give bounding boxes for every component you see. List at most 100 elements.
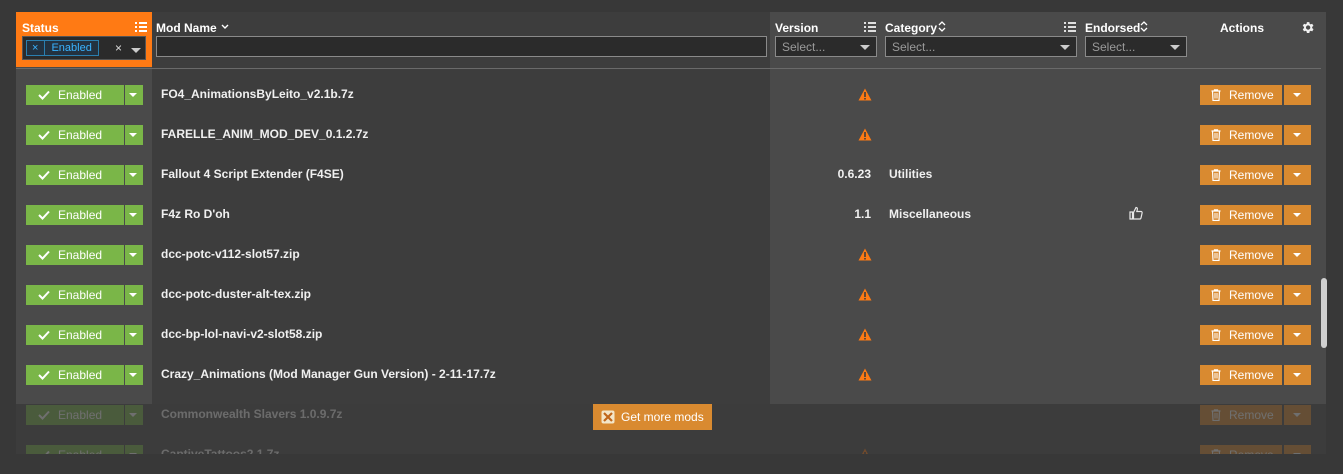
status-dropdown-button[interactable] (125, 165, 143, 185)
status-dropdown-button[interactable] (125, 125, 143, 145)
remove-dropdown-button[interactable] (1284, 285, 1311, 305)
table-row[interactable]: Enabled FARELLE_ANIM_MOD_DEV_0.1.2.7z Remo… (16, 115, 1326, 155)
table-row[interactable]: Enabled Fallout 4 Script Extender (F4SE) 0… (16, 155, 1326, 195)
chevron-down-icon[interactable] (131, 48, 141, 53)
version-filter-select[interactable]: Select... (775, 36, 877, 57)
trash-icon (1211, 129, 1221, 141)
list-icon[interactable] (1064, 21, 1076, 33)
status-toggle-button[interactable]: Enabled (26, 125, 143, 145)
warning-icon[interactable] (858, 328, 872, 341)
table-row[interactable]: Enabled dcc-bp-lol-navi-v2-slot58.zip Remo… (16, 315, 1326, 355)
status-label: Enabled (58, 88, 103, 102)
enabled-status-button[interactable]: Enabled (26, 85, 124, 105)
chevron-down-icon (1293, 333, 1301, 337)
status-toggle-button[interactable]: Enabled (26, 325, 143, 345)
status-filter-chip[interactable]: × Enabled (26, 40, 99, 56)
remove-button[interactable]: Remove (1200, 165, 1282, 185)
status-dropdown-button[interactable] (125, 285, 143, 305)
status-toggle-button[interactable]: Enabled (26, 85, 143, 105)
get-more-mods-button[interactable]: Get more mods (593, 404, 712, 430)
status-toggle-button[interactable]: Enabled (26, 245, 143, 265)
sort-toggle-icon[interactable] (938, 21, 946, 32)
remove-button[interactable]: Remove (1200, 365, 1282, 385)
remove-label: Remove (1229, 168, 1274, 182)
remove-button-group[interactable]: Remove (1200, 365, 1311, 385)
warning-icon[interactable] (858, 248, 872, 261)
list-icon[interactable] (864, 21, 876, 33)
remove-button-group[interactable]: Remove (1200, 205, 1311, 225)
clear-filter-icon[interactable]: × (115, 41, 122, 55)
table-row[interactable]: Enabled dcc-potc-duster-alt-tex.zip Remove (16, 275, 1326, 315)
status-toggle-button[interactable]: Enabled (26, 205, 143, 225)
remove-button[interactable]: Remove (1200, 285, 1282, 305)
chip-remove-icon[interactable]: × (27, 41, 46, 55)
table-row[interactable]: Enabled Crazy_Animations (Mod Manager Gun… (16, 355, 1326, 395)
status-dropdown-button[interactable] (125, 245, 143, 265)
remove-button[interactable]: Remove (1200, 85, 1282, 105)
mod-name-header-label[interactable]: Mod Name (156, 21, 217, 35)
warning-icon[interactable] (858, 128, 872, 141)
status-filter-select[interactable]: × Enabled × (22, 36, 146, 60)
remove-button[interactable]: Remove (1200, 205, 1282, 225)
status-column-header[interactable]: Status × Enabled × (16, 12, 152, 67)
category-filter-select[interactable]: Select... (885, 36, 1077, 57)
trash-icon (1211, 209, 1221, 221)
remove-dropdown-button[interactable] (1284, 245, 1311, 265)
category-header-label[interactable]: Category (885, 21, 937, 35)
status-toggle-button[interactable]: Enabled (26, 365, 143, 385)
scrollbar-thumb[interactable] (1321, 278, 1327, 348)
remove-button-group[interactable]: Remove (1200, 165, 1311, 185)
enabled-status-button[interactable]: Enabled (26, 205, 124, 225)
status-dropdown-button[interactable] (125, 205, 143, 225)
remove-button[interactable]: Remove (1200, 245, 1282, 265)
remove-button[interactable]: Remove (1200, 125, 1282, 145)
remove-button-group[interactable]: Remove (1200, 325, 1311, 345)
status-toggle-button[interactable]: Enabled (26, 285, 143, 305)
warning-icon[interactable] (858, 368, 872, 381)
mod-name: F4z Ro D'oh (161, 207, 230, 221)
remove-button-group[interactable]: Remove (1200, 285, 1311, 305)
enabled-status-button[interactable]: Enabled (26, 285, 124, 305)
table-row[interactable]: Enabled F4z Ro D'oh 1.1 Miscellaneous Remove (16, 195, 1326, 235)
enabled-status-button[interactable]: Enabled (26, 165, 124, 185)
enabled-status-button[interactable]: Enabled (26, 245, 124, 265)
status-label: Enabled (58, 208, 103, 222)
remove-button-group[interactable]: Remove (1200, 85, 1311, 105)
remove-dropdown-button[interactable] (1284, 165, 1311, 185)
remove-label: Remove (1229, 88, 1274, 102)
table-row[interactable]: Enabled dcc-potc-v112-slot57.zip Remove (16, 235, 1326, 275)
sort-toggle-icon[interactable] (1140, 21, 1148, 32)
status-dropdown-button[interactable] (125, 365, 143, 385)
check-icon (38, 130, 50, 140)
status-dropdown-button[interactable] (125, 85, 143, 105)
table-row[interactable]: Enabled FO4_AnimationsByLeito_v2.1b.7z Rem… (16, 75, 1326, 115)
mod-name-search-input[interactable] (156, 36, 767, 57)
thumbs-up-icon[interactable] (1129, 206, 1143, 220)
remove-dropdown-button[interactable] (1284, 85, 1311, 105)
remove-dropdown-button[interactable] (1284, 125, 1311, 145)
remove-dropdown-button[interactable] (1284, 205, 1311, 225)
check-icon (38, 330, 50, 340)
warning-icon[interactable] (858, 288, 872, 301)
version-header-label[interactable]: Version (775, 21, 818, 35)
enabled-status-button[interactable]: Enabled (26, 325, 124, 345)
warning-icon[interactable] (858, 88, 872, 101)
remove-dropdown-button[interactable] (1284, 365, 1311, 385)
status-dropdown-button[interactable] (125, 325, 143, 345)
sort-down-icon[interactable] (221, 24, 229, 30)
enabled-status-button[interactable]: Enabled (26, 125, 124, 145)
select-placeholder: Select... (1092, 40, 1136, 54)
endorsed-header-label[interactable]: Endorsed (1085, 21, 1140, 35)
chevron-down-icon (129, 213, 137, 217)
remove-dropdown-button[interactable] (1284, 325, 1311, 345)
status-toggle-button[interactable]: Enabled (26, 165, 143, 185)
remove-button[interactable]: Remove (1200, 325, 1282, 345)
gear-icon[interactable] (1300, 20, 1315, 35)
endorsed-filter-select[interactable]: Select... (1085, 36, 1187, 57)
remove-button-group[interactable]: Remove (1200, 245, 1311, 265)
mod-list-panel: Status × Enabled × Mod Name Version Sele… (16, 12, 1326, 454)
enabled-status-button[interactable]: Enabled (26, 365, 124, 385)
header-divider (16, 68, 1321, 69)
list-icon[interactable] (135, 21, 147, 33)
remove-button-group[interactable]: Remove (1200, 125, 1311, 145)
